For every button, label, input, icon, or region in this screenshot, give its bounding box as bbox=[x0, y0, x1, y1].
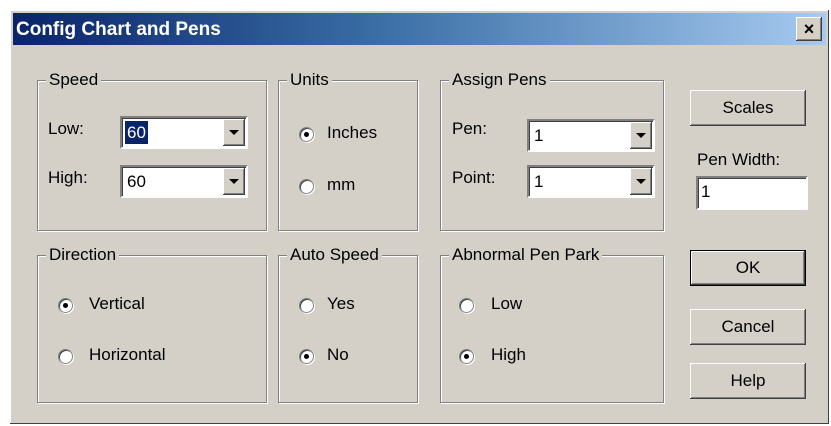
speed-high-value: 60 bbox=[127, 172, 146, 191]
direction-horizontal-label[interactable]: Horizontal bbox=[89, 345, 166, 365]
auto-speed-yes-label[interactable]: Yes bbox=[327, 294, 355, 314]
radio-button[interactable] bbox=[58, 298, 73, 313]
cancel-button[interactable]: Cancel bbox=[690, 309, 806, 345]
chevron-down-icon[interactable] bbox=[223, 168, 245, 195]
pen-value: 1 bbox=[534, 126, 544, 145]
speed-legend: Speed bbox=[46, 69, 102, 91]
scales-button[interactable]: Scales bbox=[690, 90, 806, 126]
chevron-down-icon[interactable] bbox=[223, 119, 245, 146]
title-bar[interactable]: Config Chart and Pens × bbox=[13, 13, 826, 45]
units-group: Units Inches mm bbox=[278, 69, 418, 231]
abnormal-pen-park-legend: Abnormal Pen Park bbox=[449, 244, 603, 266]
speed-high-combo[interactable]: 60 bbox=[120, 165, 248, 198]
pen-park-low-label[interactable]: Low bbox=[491, 294, 522, 314]
units-mm-label[interactable]: mm bbox=[327, 175, 355, 195]
speed-low-combo[interactable]: 60 bbox=[120, 116, 248, 149]
ok-button[interactable]: OK bbox=[690, 250, 806, 286]
close-button[interactable]: × bbox=[796, 17, 822, 41]
units-legend: Units bbox=[287, 69, 332, 91]
config-dialog: Config Chart and Pens × Speed Low: 60 Hi… bbox=[10, 10, 829, 424]
speed-high-label: High: bbox=[48, 168, 88, 187]
window-title: Config Chart and Pens bbox=[16, 19, 221, 40]
direction-group: Direction Vertical Horizontal bbox=[37, 244, 267, 403]
speed-low-value: 60 bbox=[125, 121, 148, 144]
radio-button[interactable] bbox=[299, 127, 314, 142]
point-label: Point: bbox=[452, 168, 496, 187]
pen-label: Pen: bbox=[452, 119, 487, 138]
speed-low-label: Low: bbox=[48, 119, 84, 138]
radio-button[interactable] bbox=[299, 349, 314, 364]
direction-legend: Direction bbox=[46, 244, 120, 266]
pen-width-label: Pen Width: bbox=[697, 150, 781, 169]
radio-button[interactable] bbox=[299, 179, 314, 194]
pen-width-field[interactable]: 1 bbox=[696, 176, 808, 210]
assign-pens-group: Assign Pens Pen: 1 Point: 1 bbox=[440, 69, 664, 231]
radio-button[interactable] bbox=[299, 298, 314, 313]
abnormal-pen-park-group: Abnormal Pen Park Low High bbox=[440, 244, 664, 403]
radio-button[interactable] bbox=[459, 298, 474, 313]
pen-combo[interactable]: 1 bbox=[527, 119, 655, 152]
radio-button[interactable] bbox=[58, 349, 73, 364]
assign-pens-legend: Assign Pens bbox=[449, 69, 550, 91]
speed-group: Speed Low: 60 High: 60 bbox=[37, 69, 267, 231]
direction-vertical-label[interactable]: Vertical bbox=[89, 294, 145, 314]
auto-speed-group: Auto Speed Yes No bbox=[278, 244, 418, 403]
help-button[interactable]: Help bbox=[690, 363, 806, 399]
close-icon: × bbox=[803, 19, 815, 39]
point-value: 1 bbox=[534, 172, 544, 191]
auto-speed-no-label[interactable]: No bbox=[327, 345, 349, 365]
radio-button[interactable] bbox=[459, 349, 474, 364]
units-inches-label[interactable]: Inches bbox=[327, 123, 377, 143]
auto-speed-legend: Auto Speed bbox=[287, 244, 382, 266]
pen-park-high-label[interactable]: High bbox=[491, 345, 526, 365]
chevron-down-icon[interactable] bbox=[630, 168, 652, 195]
point-combo[interactable]: 1 bbox=[527, 165, 655, 198]
chevron-down-icon[interactable] bbox=[630, 122, 652, 149]
